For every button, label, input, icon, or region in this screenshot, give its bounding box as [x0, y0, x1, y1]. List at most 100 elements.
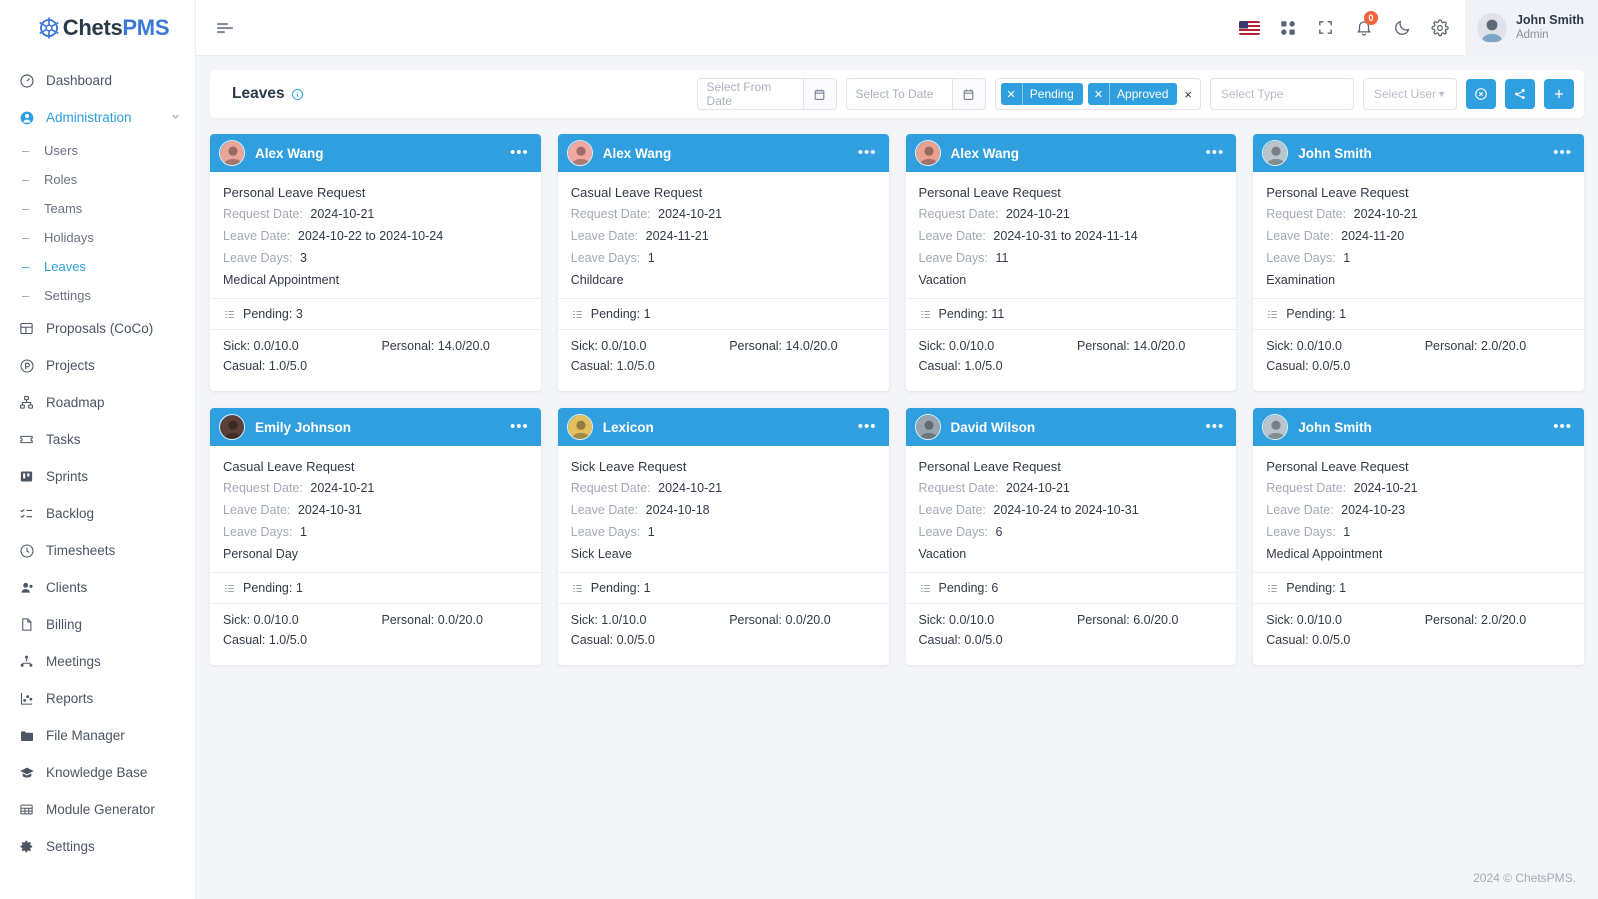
sidebar-item-proposals[interactable]: Proposals (CoCo) [0, 310, 195, 347]
request-date-value: 2024-10-21 [310, 207, 375, 221]
leave-card-body: Casual Leave Request Request Date: 2024-… [210, 446, 541, 572]
sidebar-item-backlog[interactable]: Backlog [0, 495, 195, 532]
sidebar-item-reports[interactable]: Reports [0, 680, 195, 717]
dark-mode-button[interactable] [1383, 0, 1421, 56]
clear-all-tags-button[interactable]: × [1182, 87, 1194, 102]
add-leave-button[interactable] [1544, 79, 1574, 109]
sidebar-item-clients[interactable]: Clients [0, 569, 195, 606]
share-button[interactable] [1505, 79, 1535, 109]
leave-card[interactable]: Alex Wang ••• Personal Leave Request Req… [905, 134, 1237, 391]
user-profile-menu[interactable]: John Smith Admin [1464, 0, 1598, 56]
sidebar-item-timesheets[interactable]: Timesheets [0, 532, 195, 569]
from-date-input[interactable]: Select From Date [696, 78, 803, 110]
leave-status-text: Pending: 11 [938, 307, 1005, 321]
status-tag-approved[interactable]: ✕ Approved [1087, 83, 1178, 105]
sidebar-item-projects[interactable]: Projects [0, 347, 195, 384]
request-date-row: Request Date: 2024-10-21 [571, 207, 876, 222]
from-date-picker-button[interactable] [802, 78, 837, 110]
settings-button[interactable] [1421, 0, 1459, 56]
leave-card-user-name: Lexicon [602, 419, 654, 435]
leave-card[interactable]: Emily Johnson ••• Casual Leave Request R… [210, 408, 541, 665]
status-tag-pending[interactable]: ✕ Pending [1000, 83, 1083, 105]
language-flag-button[interactable] [1231, 0, 1269, 56]
card-options-menu-icon[interactable]: ••• [858, 419, 877, 434]
notifications-button[interactable]: 0 [1345, 0, 1383, 56]
list-icon [223, 308, 236, 321]
request-date-row: Request Date: 2024-10-21 [223, 207, 528, 222]
leave-card[interactable]: John Smith ••• Personal Leave Request Re… [1253, 408, 1584, 665]
fullscreen-button[interactable] [1307, 0, 1345, 56]
remove-tag-icon[interactable]: ✕ [1088, 83, 1111, 105]
sidebar-toggle-icon[interactable] [214, 19, 236, 37]
sidebar-item-knowledge-base[interactable]: Knowledge Base [0, 754, 195, 791]
info-icon[interactable] [291, 88, 304, 101]
sidebar: ChetsPMS Dashboard Administration – Users… [0, 0, 196, 899]
sick-balance: Sick: 0.0/10.0 [918, 613, 995, 627]
reset-filters-button[interactable] [1466, 79, 1496, 109]
board-icon [18, 468, 35, 485]
leave-card[interactable]: John Smith ••• Personal Leave Request Re… [1253, 134, 1584, 391]
leave-date-label: Leave Date: [223, 229, 291, 243]
leave-date-value: 2024-10-31 [297, 503, 362, 517]
user-select[interactable]: Select User ▼ [1363, 78, 1457, 110]
sidebar-item-teams[interactable]: – Teams [0, 194, 195, 223]
balance-row-secondary: Casual: 1.0/5.0 [571, 359, 876, 373]
leave-card-header: John Smith ••• [1253, 408, 1584, 446]
remove-tag-icon[interactable]: ✕ [1001, 83, 1023, 105]
leave-card[interactable]: Lexicon ••• Sick Leave Request Request D… [557, 408, 889, 665]
sidebar-item-roadmap[interactable]: Roadmap [0, 384, 195, 421]
sidebar-item-billing[interactable]: Billing [0, 606, 195, 643]
card-options-menu-icon[interactable]: ••• [1205, 145, 1224, 160]
leave-days-row: Leave Days: 1 [571, 525, 876, 540]
sidebar-item-users[interactable]: – Users [0, 136, 195, 165]
leave-status-row: Pending: 1 [557, 572, 889, 603]
sidebar-item-sprints[interactable]: Sprints [0, 458, 195, 495]
sidebar-item-roles[interactable]: – Roles [0, 165, 195, 194]
leave-reason: Examination [1266, 273, 1336, 287]
leave-type-title: Casual Leave Request [570, 185, 703, 200]
sidebar-item-tasks[interactable]: Tasks [0, 421, 195, 458]
card-options-menu-icon[interactable]: ••• [1205, 419, 1224, 434]
sidebar-item-holidays[interactable]: – Holidays [0, 223, 195, 252]
gear-icon [1431, 18, 1449, 36]
leave-status-row: Pending: 1 [1253, 572, 1584, 603]
leave-card-user-name: John Smith [1298, 419, 1372, 435]
type-select[interactable]: Select Type [1210, 78, 1354, 110]
leave-card-header: David Wilson ••• [905, 408, 1237, 446]
to-date-input[interactable]: Select To Date [845, 78, 952, 110]
balance-row-secondary: Casual: 1.0/5.0 [223, 633, 528, 647]
to-date-picker-button[interactable] [951, 78, 986, 110]
sidebar-item-file-manager[interactable]: File Manager [0, 717, 195, 754]
status-filter-tags[interactable]: ✕ Pending ✕ Approved × [994, 78, 1201, 110]
sidebar-label: Proposals (CoCo) [46, 321, 154, 336]
request-date-row: Request Date: 2024-10-21 [919, 207, 1224, 222]
leave-card[interactable]: Alex Wang ••• Personal Leave Request Req… [210, 134, 541, 391]
leave-days-value: 1 [1343, 251, 1351, 265]
sidebar-item-dashboard[interactable]: Dashboard [0, 62, 195, 99]
app-logo[interactable]: ChetsPMS [0, 0, 195, 56]
gear-icon [18, 838, 35, 855]
card-options-menu-icon[interactable]: ••• [1553, 145, 1572, 160]
balance-row-primary: Sick: 1.0/10.0 Personal: 0.0/20.0 [571, 613, 876, 627]
card-options-menu-icon[interactable]: ••• [510, 419, 529, 434]
card-options-menu-icon[interactable]: ••• [858, 145, 877, 160]
personal-balance: Personal: 0.0/20.0 [381, 613, 483, 627]
sidebar-item-meetings[interactable]: Meetings [0, 643, 195, 680]
sidebar-label: Roadmap [46, 395, 105, 410]
content-area: Leaves Select From Date Select To Date ✕… [196, 56, 1598, 857]
sidebar-item-module-generator[interactable]: Module Generator [0, 791, 195, 828]
graduation-cap-icon [18, 764, 35, 781]
leave-card[interactable]: Alex Wang ••• Casual Leave Request Reque… [557, 134, 889, 391]
sidebar-item-settings[interactable]: Settings [0, 828, 195, 865]
folder-icon [18, 727, 35, 744]
leave-card[interactable]: David Wilson ••• Personal Leave Request … [905, 408, 1237, 665]
card-options-menu-icon[interactable]: ••• [510, 145, 529, 160]
card-options-menu-icon[interactable]: ••• [1553, 419, 1572, 434]
sidebar-item-administration[interactable]: Administration [0, 99, 195, 136]
sidebar-item-leaves[interactable]: – Leaves [0, 252, 195, 281]
clock-icon [18, 542, 35, 559]
leave-reason: Sick Leave [570, 547, 632, 561]
leave-status-text: Pending: 1 [1286, 581, 1347, 595]
apps-grid-button[interactable] [1269, 0, 1307, 56]
sidebar-item-admin-settings[interactable]: – Settings [0, 281, 195, 310]
